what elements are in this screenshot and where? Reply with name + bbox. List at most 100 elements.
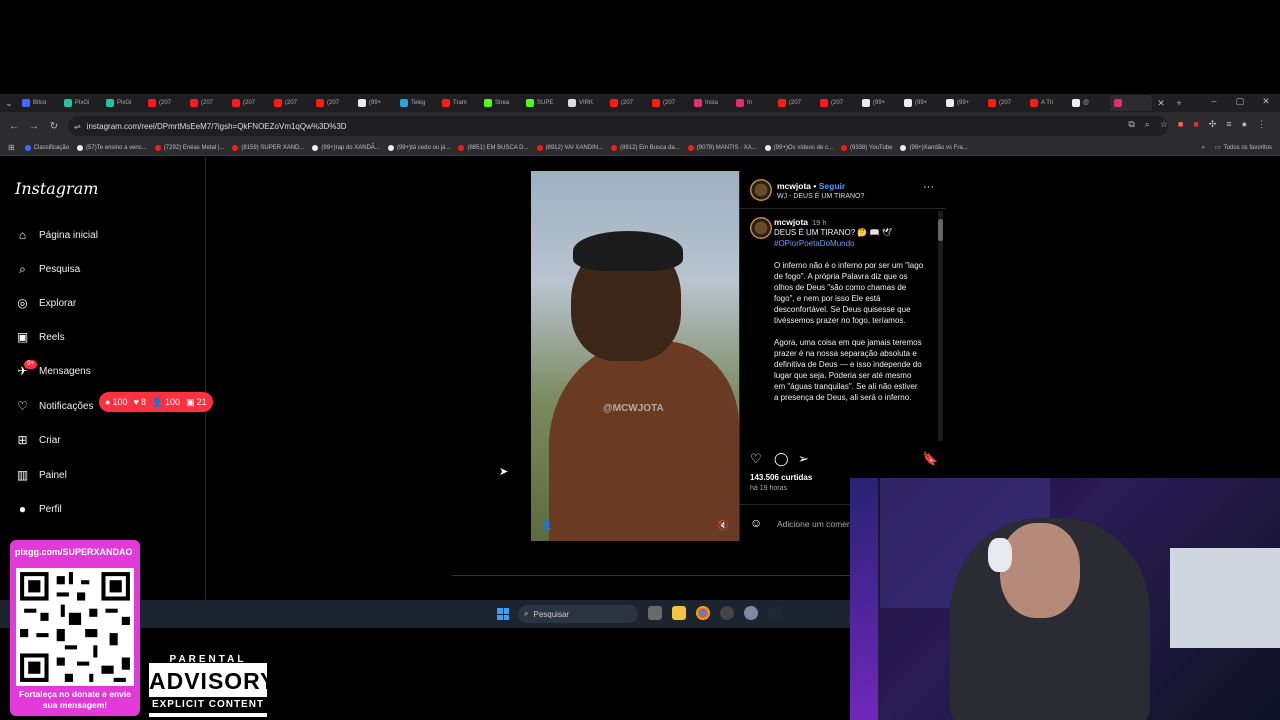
avatar[interactable] [750, 179, 772, 201]
bookmark-item[interactable]: (57)Te ensino a venc... [77, 144, 147, 151]
browser-tab[interactable]: (99+ [900, 95, 942, 111]
all-favorites-folder[interactable]: ▭ Todos os favoritos [1215, 144, 1272, 152]
task-view-icon[interactable] [648, 606, 662, 620]
nav-item[interactable]: ● Perfil [15, 498, 62, 520]
browser-tab[interactable]: @ [1068, 95, 1110, 111]
nav-item[interactable]: ▥ Painel [15, 464, 67, 486]
bookmark-item[interactable]: Classificação [24, 144, 69, 151]
bookmark-item[interactable]: (8851) EM BUSCA D... [458, 144, 529, 151]
media-controls-icon[interactable]: ≡ [1226, 119, 1231, 130]
mute-icon[interactable]: 🔇 [718, 520, 729, 531]
extension-icon[interactable]: ■ [1178, 119, 1183, 130]
browser-tab[interactable]: (99+ [942, 95, 984, 111]
bookmark-item[interactable]: (8159) SUPER XAND... [232, 144, 304, 151]
browser-tab[interactable]: PixGi [102, 95, 144, 111]
browser-tab[interactable]: Bitco [18, 95, 60, 111]
caption-hashtag[interactable]: #OPiorPoetaDoMundo [774, 239, 855, 248]
start-button[interactable] [497, 608, 509, 620]
tab-search-icon[interactable]: ⌄ [0, 98, 18, 109]
back-icon[interactable]: ← [4, 121, 24, 132]
nav-item[interactable]: ◎ Explorar [15, 292, 76, 314]
browser-tab[interactable]: Tram [438, 95, 480, 111]
more-options-icon[interactable]: ··· [923, 181, 934, 193]
chrome-icon[interactable] [696, 606, 710, 620]
bookmark-item[interactable]: (99+)tá cedo ou já... [387, 144, 450, 151]
browser-tab[interactable]: Teleg [396, 95, 438, 111]
browser-tab[interactable]: (207 [816, 95, 858, 111]
extension-icon-2[interactable]: ■ [1193, 119, 1198, 130]
url-input[interactable]: ⇌ instagram.com/reel/DPmrtMsEeM7/?igsh=Q… [68, 116, 1168, 136]
bookmark-item[interactable]: (99+)rap do XANDÃ... [312, 144, 380, 151]
nav-item[interactable]: ♡ Notificações [15, 395, 93, 417]
browser-tab[interactable]: (99+ [858, 95, 900, 111]
file-explorer-icon[interactable] [672, 606, 686, 620]
browser-tab[interactable]: (99+ [354, 95, 396, 111]
minimize-icon[interactable]: – [1203, 96, 1225, 106]
author-username[interactable]: mcwjota [777, 181, 811, 191]
extensions-puzzle-icon[interactable]: ✣ [1209, 119, 1217, 130]
bookmark-star-icon[interactable]: ☆ [1160, 119, 1168, 130]
emoji-icon[interactable]: ☺ [750, 516, 762, 530]
more-bookmarks-icon[interactable]: » [1202, 145, 1205, 151]
browser-menu-icon[interactable]: ⋮ [1257, 119, 1266, 130]
apps-grid-icon[interactable]: ⊞ [8, 143, 15, 152]
install-app-icon[interactable]: ⧉ [1128, 119, 1134, 130]
instagram-logo[interactable]: Instagram [15, 179, 98, 198]
settings-icon[interactable] [744, 606, 758, 620]
bookmark-item[interactable]: (7292) Enéas Metal |... [154, 144, 224, 151]
bookmark-item[interactable]: (9078) MANTIS - XA... [687, 144, 757, 151]
audio-title[interactable]: WJ - DEUS É UM TIRANO? [777, 193, 864, 200]
follow-button[interactable]: Seguir [819, 181, 845, 191]
steam-icon[interactable] [768, 606, 782, 620]
browser-tab[interactable]: (207 [186, 95, 228, 111]
browser-tab[interactable]: VIRK [564, 95, 606, 111]
browser-tab[interactable] [1110, 95, 1152, 111]
nav-item[interactable]: ⊞ Criar [15, 429, 60, 451]
tagged-people-icon[interactable]: 👤 [541, 520, 552, 531]
browser-tab[interactable]: (207 [984, 95, 1026, 111]
zoom-icon[interactable]: ⌕ [1145, 119, 1150, 130]
comment-icon[interactable]: ◯ [774, 451, 789, 467]
taskbar-search[interactable]: ⌕ Pesquisar [518, 605, 638, 623]
site-info-icon[interactable]: ⇌ [74, 122, 81, 131]
share-icon[interactable]: ➢ [798, 451, 809, 467]
browser-tab[interactable]: (207 [606, 95, 648, 111]
caption-avatar[interactable] [750, 217, 772, 239]
nav-item[interactable]: ⌂ Página inicial [15, 224, 98, 246]
close-tab-icon[interactable]: ✕ [1152, 98, 1170, 109]
window-close-icon[interactable]: ✕ [1255, 96, 1277, 107]
app-icon[interactable] [720, 606, 734, 620]
browser-tab[interactable]: (207 [774, 95, 816, 111]
caption-username[interactable]: mcwjota [774, 217, 808, 227]
bookmark-item[interactable]: (99+)Os vídeos de c... [764, 144, 833, 151]
browser-tab[interactable]: (207 [648, 95, 690, 111]
reload-icon[interactable]: ↻ [44, 121, 64, 132]
notifications-summary-pill[interactable]: ● 100 ♥ 8 👤 100 ▣ 21 [99, 392, 213, 412]
browser-tab[interactable]: In [732, 95, 774, 111]
maximize-icon[interactable]: ▢ [1229, 96, 1251, 107]
browser-tab[interactable]: (207 [228, 95, 270, 111]
browser-tab[interactable]: Insta [690, 95, 732, 111]
nav-item[interactable]: ⌕ Pesquisa [15, 258, 80, 280]
browser-tab[interactable]: (207 [312, 95, 354, 111]
browser-tab[interactable]: (207 [270, 95, 312, 111]
browser-tab[interactable]: (207 [144, 95, 186, 111]
bookmark-item[interactable]: (99+)Xandão vs Fra... [900, 144, 968, 151]
forward-icon[interactable]: → [24, 121, 44, 132]
browser-tab[interactable]: A Tri [1026, 95, 1068, 111]
browser-tab[interactable]: Strea [480, 95, 522, 111]
profile-avatar[interactable]: ● [1242, 119, 1247, 130]
like-heart-icon[interactable]: ♡ [750, 451, 762, 467]
bookmark-item[interactable]: (9338) YouTube [841, 144, 892, 151]
scrollbar-thumb[interactable] [938, 219, 943, 241]
bookmark-item[interactable]: (8912) VAI XANDIN... [536, 144, 603, 151]
browser-tab[interactable]: PixGi [60, 95, 102, 111]
reel-video[interactable]: @MCWJOTA 👤 🔇 [531, 171, 739, 541]
likes-count[interactable]: 143.506 curtidas [750, 473, 812, 482]
caption-scrollbar[interactable] [938, 211, 943, 441]
browser-tab[interactable]: SUPE [522, 95, 564, 111]
bookmark-item[interactable]: (8912) Em Busca da... [611, 144, 680, 151]
new-tab-button[interactable]: + [1170, 98, 1188, 108]
nav-item[interactable]: ▣ Reels [15, 326, 65, 348]
save-bookmark-icon[interactable]: 🔖 [922, 451, 938, 467]
